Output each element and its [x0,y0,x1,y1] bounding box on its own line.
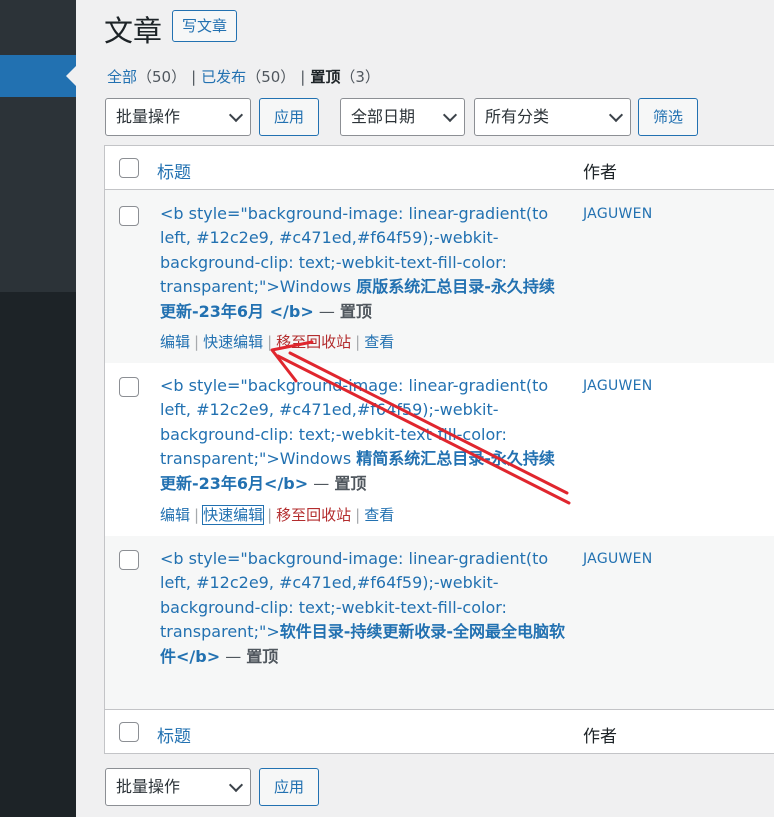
post-status-views: 全部（50） | 已发布（50） | 置顶（3） [107,66,380,87]
select-all-checkbox-footer[interactable] [119,722,139,742]
bulk-action-value: 批量操作 [116,777,181,796]
edit-link[interactable]: 编辑 [160,333,190,351]
page-title: 文章 [104,14,163,48]
table-header: 标题 作者 [105,146,774,190]
trash-link[interactable]: 移至回收站 [276,506,351,524]
view-published-label: 已发布 [201,68,247,86]
chevron-down-icon [608,107,624,123]
post-title-link[interactable]: <b style="background-image: linear-gradi… [160,547,570,669]
view-sticky-link[interactable]: 置顶 [310,68,340,86]
select-all-checkbox[interactable] [119,158,139,178]
sidebar-menu-block[interactable] [0,0,76,55]
column-author-footer: 作者 [583,727,617,747]
bulk-action-value: 批量操作 [116,107,181,126]
post-state-dash: — [313,301,340,321]
action-separator: | [355,333,361,351]
post-state-label: 置顶 [246,646,279,666]
active-menu-pointer [66,66,76,86]
post-state-dash: — [308,473,335,493]
date-filter-value: 全部日期 [351,107,416,126]
view-sticky-label: 置顶 [310,68,341,86]
apply-bulk-button[interactable]: 应用 [259,98,319,136]
view-all-count: （50） [137,68,187,86]
apply-bulk-button-bottom[interactable]: 应用 [259,768,319,806]
table-footer: 标题 作者 [105,709,774,753]
post-title-link[interactable]: <b style="background-image: linear-gradi… [160,202,570,324]
post-title-end: </b> [264,473,309,493]
quick-edit-link[interactable]: 快速编辑 [203,333,263,351]
table-row: <b style="background-image: linear-gradi… [105,536,774,709]
category-filter-value: 所有分类 [485,107,550,126]
post-state-label: 置顶 [334,473,367,493]
bulk-action-select[interactable]: 批量操作 [105,98,251,136]
view-separator: | [191,68,197,86]
view-all-link[interactable]: 全部（50） [107,68,186,86]
view-separator: | [300,68,306,86]
view-published-link[interactable]: 已发布（50） [201,68,295,86]
category-filter-select[interactable]: 所有分类 [474,98,631,136]
post-author-link[interactable]: JAGUWEN [583,206,653,222]
post-title-end: </b> [176,646,221,666]
view-link[interactable]: 查看 [364,333,394,351]
add-new-post-button[interactable]: 写文章 [172,10,238,42]
action-separator: | [267,506,273,524]
filter-button[interactable]: 筛选 [638,98,698,136]
date-filter-select[interactable]: 全部日期 [340,98,465,136]
posts-table: 标题 作者 <b style="background-image: linear… [104,145,774,754]
post-state-dash: — [220,646,247,666]
table-row: <b style="background-image: linear-gradi… [105,190,774,363]
quick-edit-link-focused[interactable]: 快速编辑 [202,505,265,525]
column-author-header: 作者 [583,163,617,183]
chevron-down-icon [442,107,458,123]
chevron-down-icon [228,107,244,123]
action-separator: | [194,333,200,351]
post-author-link[interactable]: JAGUWEN [583,378,653,394]
row-actions: 编辑 | 快速编辑 | 移至回收站 | 查看 [160,331,394,352]
action-separator: | [194,506,200,524]
sidebar-submenu[interactable] [0,97,76,292]
view-link[interactable]: 查看 [364,506,394,524]
trash-link[interactable]: 移至回收站 [276,333,351,351]
action-separator: | [355,506,361,524]
row-checkbox[interactable] [119,377,139,397]
action-separator: | [267,333,273,351]
bulk-action-select-bottom[interactable]: 批量操作 [105,768,251,806]
admin-sidebar [0,0,76,817]
row-actions: 编辑 | 快速编辑 | 移至回收站 | 查看 [160,504,394,525]
post-title-end: </b> [264,301,314,321]
view-all-label: 全部 [107,68,138,86]
row-checkbox[interactable] [119,550,139,570]
chevron-down-icon [228,777,244,793]
column-title-header[interactable]: 标题 [157,158,191,183]
edit-link[interactable]: 编辑 [160,506,190,524]
post-state-label: 置顶 [339,301,372,321]
view-sticky-count: （3） [340,68,380,86]
post-title-link[interactable]: <b style="background-image: linear-gradi… [160,374,570,496]
column-title-footer[interactable]: 标题 [157,722,191,747]
row-checkbox[interactable] [119,206,139,226]
post-author-link[interactable]: JAGUWEN [583,551,653,567]
view-published-count: （50） [246,68,296,86]
sidebar-item-posts-active[interactable] [0,55,76,97]
table-row: <b style="background-image: linear-gradi… [105,363,774,536]
